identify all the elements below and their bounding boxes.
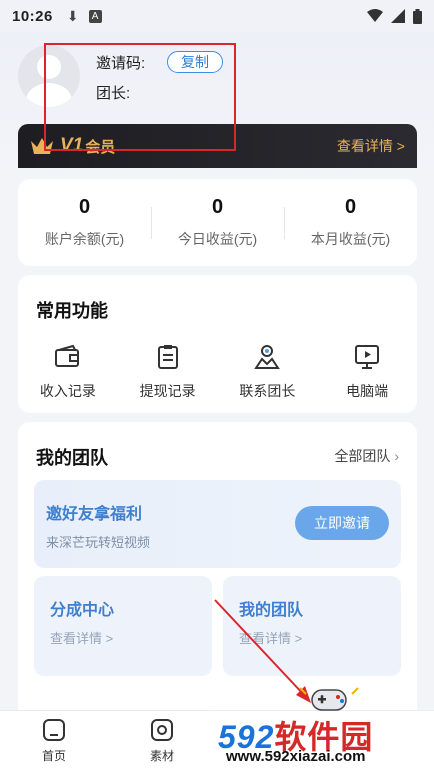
stat-label: 账户余额(元)	[44, 231, 125, 247]
stat-today[interactable]: 0 今日收益(元)	[151, 179, 284, 266]
sub-card-link[interactable]: 查看详情 >	[50, 628, 113, 647]
vip-bar[interactable]: V1 会员 查看详情 >	[18, 124, 417, 168]
func-label: 提现记录	[139, 383, 196, 399]
tab-material[interactable]: 素材	[132, 719, 192, 764]
stat-value: 0	[78, 196, 91, 218]
stat-label: 本月收益(元)	[310, 231, 391, 247]
gamepad-icon	[299, 687, 359, 711]
functions-card: 常用功能 收入记录 提现记录 联系团长 电脑端	[18, 275, 417, 413]
monitor-play-icon	[355, 345, 380, 369]
sub-card-title: 分成中心	[50, 602, 115, 619]
copy-button[interactable]: 复制	[167, 51, 223, 73]
chevron-right-icon: ›	[394, 448, 399, 464]
stat-value: 0	[344, 196, 357, 218]
sub-card-title: 我的团队	[239, 602, 304, 619]
tab-label: 首页	[41, 749, 66, 763]
contact-icon	[254, 345, 281, 369]
tab-label: 素材	[149, 749, 174, 763]
home-icon	[43, 719, 65, 741]
wifi-icon	[367, 9, 383, 22]
leader-label: 团长:	[96, 85, 131, 102]
func-label: 联系团长	[239, 383, 296, 399]
avatar-head	[37, 55, 61, 79]
stats-card: 0 账户余额(元) 0 今日收益(元) 0 本月收益(元)	[18, 179, 417, 266]
vip-level: V1	[60, 135, 84, 156]
status-bar: 10:26 ⬇ A	[0, 0, 434, 32]
banner-title: 邀好友拿福利	[46, 506, 143, 523]
stat-value: 0	[211, 196, 224, 218]
func-withdraw-record[interactable]: 提现记录	[118, 343, 218, 401]
team-title: 我的团队	[36, 448, 108, 468]
func-desktop[interactable]: 电脑端	[317, 343, 417, 401]
avatar-body	[26, 83, 72, 107]
invite-banner[interactable]: 邀好友拿福利 来深芒玩转短视频 立即邀请	[34, 480, 401, 568]
wallet-icon	[54, 344, 79, 367]
watermark-url: www.592xiazai.com	[226, 748, 366, 765]
invite-now-button[interactable]: 立即邀请	[295, 506, 389, 540]
download-icon: ⬇	[66, 7, 79, 24]
func-income-record[interactable]: 收入记录	[18, 343, 118, 401]
functions-title: 常用功能	[36, 301, 108, 321]
func-label: 收入记录	[39, 383, 96, 399]
banner-subtitle: 来深芒玩转短视频	[46, 535, 151, 550]
stat-label: 今日收益(元)	[177, 231, 258, 247]
vip-detail-link[interactable]: 查看详情 >	[337, 136, 405, 156]
func-label: 电脑端	[346, 383, 389, 399]
invite-code-label: 邀请码:	[96, 55, 146, 72]
status-time: 10:26	[12, 7, 53, 25]
vip-label: 会员	[85, 138, 116, 156]
all-teams-link[interactable]: 全部团队 ›	[334, 446, 399, 466]
my-team-card[interactable]: 我的团队 查看详情 >	[223, 576, 401, 676]
crown-icon	[31, 138, 53, 154]
all-teams-label: 全部团队	[334, 448, 391, 464]
battery-icon	[413, 8, 422, 24]
stat-month[interactable]: 0 本月收益(元)	[284, 179, 417, 266]
stat-balance[interactable]: 0 账户余额(元)	[18, 179, 151, 266]
signal-icon	[391, 9, 405, 23]
sub-card-link[interactable]: 查看详情 >	[239, 628, 302, 647]
team-card: 我的团队 全部团队 › 邀好友拿福利 来深芒玩转短视频 立即邀请 分成中心 查看…	[18, 422, 417, 722]
avatar[interactable]	[18, 45, 80, 107]
clipboard-icon	[157, 345, 178, 369]
func-contact-leader[interactable]: 联系团长	[218, 343, 318, 401]
material-icon	[151, 719, 173, 741]
commission-center-card[interactable]: 分成中心 查看详情 >	[34, 576, 212, 676]
a-badge-icon: A	[88, 9, 102, 23]
tab-home[interactable]: 首页	[24, 719, 84, 764]
